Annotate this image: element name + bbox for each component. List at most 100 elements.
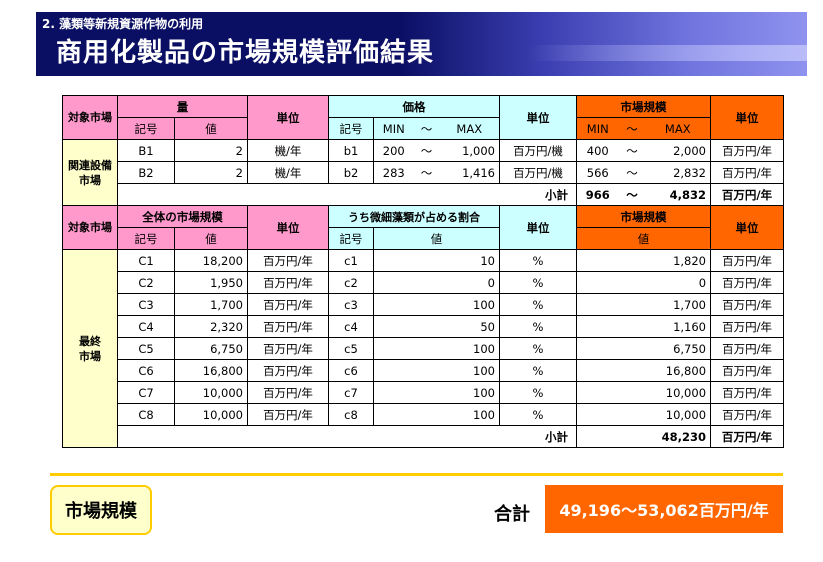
cell-code: B2 [117, 161, 175, 184]
price-unit-header: 単位 [499, 95, 577, 140]
subtotal-unit: 百万円/年 [710, 183, 785, 206]
cell-share-unit: % [499, 337, 577, 360]
market-value-header: 値 [575, 227, 712, 250]
cell-share: 100 [373, 293, 500, 316]
cell-unit: 百万円/年 [247, 271, 329, 294]
cell-share-code: c4 [328, 315, 374, 338]
market-tilde-header: ～ [618, 117, 646, 140]
cell-value: 1,700 [174, 293, 248, 316]
table-row: C3 1,700 百万円/年 c3 100 % 1,700 百万円/年 [63, 293, 785, 316]
cell-share-unit: % [499, 271, 577, 294]
subtotal-tilde: ～ [618, 183, 646, 206]
cell-market-max: 2,000 [645, 139, 712, 162]
cell-share-code: c1 [328, 249, 374, 272]
cell-price-unit: 百万円/機 [499, 139, 577, 162]
market-max-header: MAX [645, 117, 712, 140]
cell-unit: 百万円/年 [247, 337, 329, 360]
cell-share-code: c7 [328, 381, 374, 404]
share-value-header: 値 [373, 227, 500, 250]
header-gradient [401, 12, 807, 76]
market-size-header: 市場規模 [575, 95, 712, 118]
cell-market: 6,750 [575, 337, 712, 360]
cell-market: 1,820 [575, 249, 712, 272]
quantity-header: 量 [117, 95, 248, 118]
final-market-label: 最終市場 [62, 249, 118, 448]
page-title: 商用化製品の市場規模評価結果 [56, 38, 435, 68]
cell-code: C2 [117, 271, 175, 294]
subtotal-label: 小計 [117, 183, 577, 206]
market-min-header: MIN [576, 117, 619, 140]
symbol-header: 記号 [117, 117, 175, 140]
cell-share: 10 [373, 249, 500, 272]
unit-header: 単位 [247, 95, 329, 140]
tilde-header: ～ [413, 117, 440, 140]
cell-unit: 百万円/年 [247, 249, 329, 272]
symbol-header-2: 記号 [117, 227, 175, 250]
table-row: B2 2 機/年 b2 283 ～ 1,416 百万円/機 566 ～ 2,83… [63, 161, 785, 184]
cell-share: 0 [373, 271, 500, 294]
price-symbol-header: 記号 [328, 117, 374, 140]
cell-unit: 百万円/年 [247, 315, 329, 338]
cell-share-unit: % [499, 315, 577, 338]
market-unit-header-2: 単位 [710, 205, 785, 250]
cell-market-unit: 百万円/年 [710, 293, 785, 316]
cell-tilde: ～ [618, 139, 646, 162]
cell-price-unit: 百万円/機 [499, 161, 577, 184]
cell-share: 100 [373, 359, 500, 382]
cell-code: C8 [117, 403, 175, 426]
section-subtitle: 2. 藻類等新規資源作物の利用 [42, 17, 204, 31]
cell-value: 10,000 [174, 381, 248, 404]
cell-unit: 百万円/年 [247, 403, 329, 426]
cell-market-unit: 百万円/年 [710, 403, 785, 426]
cell-code: C3 [117, 293, 175, 316]
subtotal-value-2: 48,230 [575, 425, 712, 448]
cell-code: C5 [117, 337, 175, 360]
cell-value: 2 [174, 139, 248, 162]
cell-value: 18,200 [174, 249, 248, 272]
header-stripe [527, 45, 807, 61]
cell-market-unit: 百万円/年 [710, 381, 785, 404]
market-size-header-2: 市場規模 [575, 205, 712, 228]
table-row: 最終市場 C1 18,200 百万円/年 c1 10 % 1,820 百万円/年 [62, 249, 785, 448]
target-market-header-2: 対象市場 [62, 205, 118, 250]
market-size-label-box: 市場規模 [50, 485, 152, 535]
market-size-table: 対象市場 量 単位 価格 単位 市場規模 単位 記号 値 記号 MIN ～ MA… [62, 95, 785, 448]
cell-market-unit: 百万円/年 [710, 315, 785, 338]
cell-share: 100 [373, 403, 500, 426]
total-label: 合計 [494, 504, 530, 525]
value-header-2: 値 [174, 227, 248, 250]
table-row: C8 10,000 百万円/年 c8 100 % 10,000 百万円/年 [63, 403, 785, 426]
unit-header-2: 単位 [247, 205, 329, 250]
subtotal-unit-2: 百万円/年 [710, 425, 785, 448]
cell-price-max: 1,000 [439, 139, 500, 162]
cell-share-unit: % [499, 403, 577, 426]
cell-market-unit: 百万円/年 [710, 161, 785, 184]
table-row: C7 10,000 百万円/年 c7 100 % 10,000 百万円/年 [63, 381, 785, 404]
subtotal-max: 4,832 [645, 183, 712, 206]
cell-price-min: 283 [373, 161, 414, 184]
slide-header: 2. 藻類等新規資源作物の利用 商用化製品の市場規模評価結果 [36, 12, 807, 76]
cell-tilde: ～ [618, 161, 646, 184]
cell-value: 16,800 [174, 359, 248, 382]
cell-code: C1 [117, 249, 175, 272]
table-row: C4 2,320 百万円/年 c4 50 % 1,160 百万円/年 [63, 315, 785, 338]
market-unit-header: 単位 [710, 95, 785, 140]
cell-market: 0 [575, 271, 712, 294]
cell-market-min: 566 [576, 161, 619, 184]
cell-share: 100 [373, 337, 500, 360]
subtotal-row: 小計 966 ～ 4,832 百万円/年 [63, 183, 785, 206]
cell-value: 10,000 [174, 403, 248, 426]
cell-market-unit: 百万円/年 [710, 337, 785, 360]
equipment-market-label: 関連設備市場 [62, 139, 118, 206]
cell-unit: 百万円/年 [247, 381, 329, 404]
divider-line [50, 473, 783, 476]
cell-price-code: b2 [328, 161, 374, 184]
final-market-label-text: 最終市場 [79, 334, 101, 363]
cell-market: 1,700 [575, 293, 712, 316]
cell-price-min: 200 [373, 139, 414, 162]
table-row: C5 6,750 百万円/年 c5 100 % 6,750 百万円/年 [63, 337, 785, 360]
max-header: MAX [439, 117, 500, 140]
total-value-box: 49,196～53,062百万円/年 [545, 485, 783, 533]
cell-share-code: c2 [328, 271, 374, 294]
cell-price-max: 1,416 [439, 161, 500, 184]
